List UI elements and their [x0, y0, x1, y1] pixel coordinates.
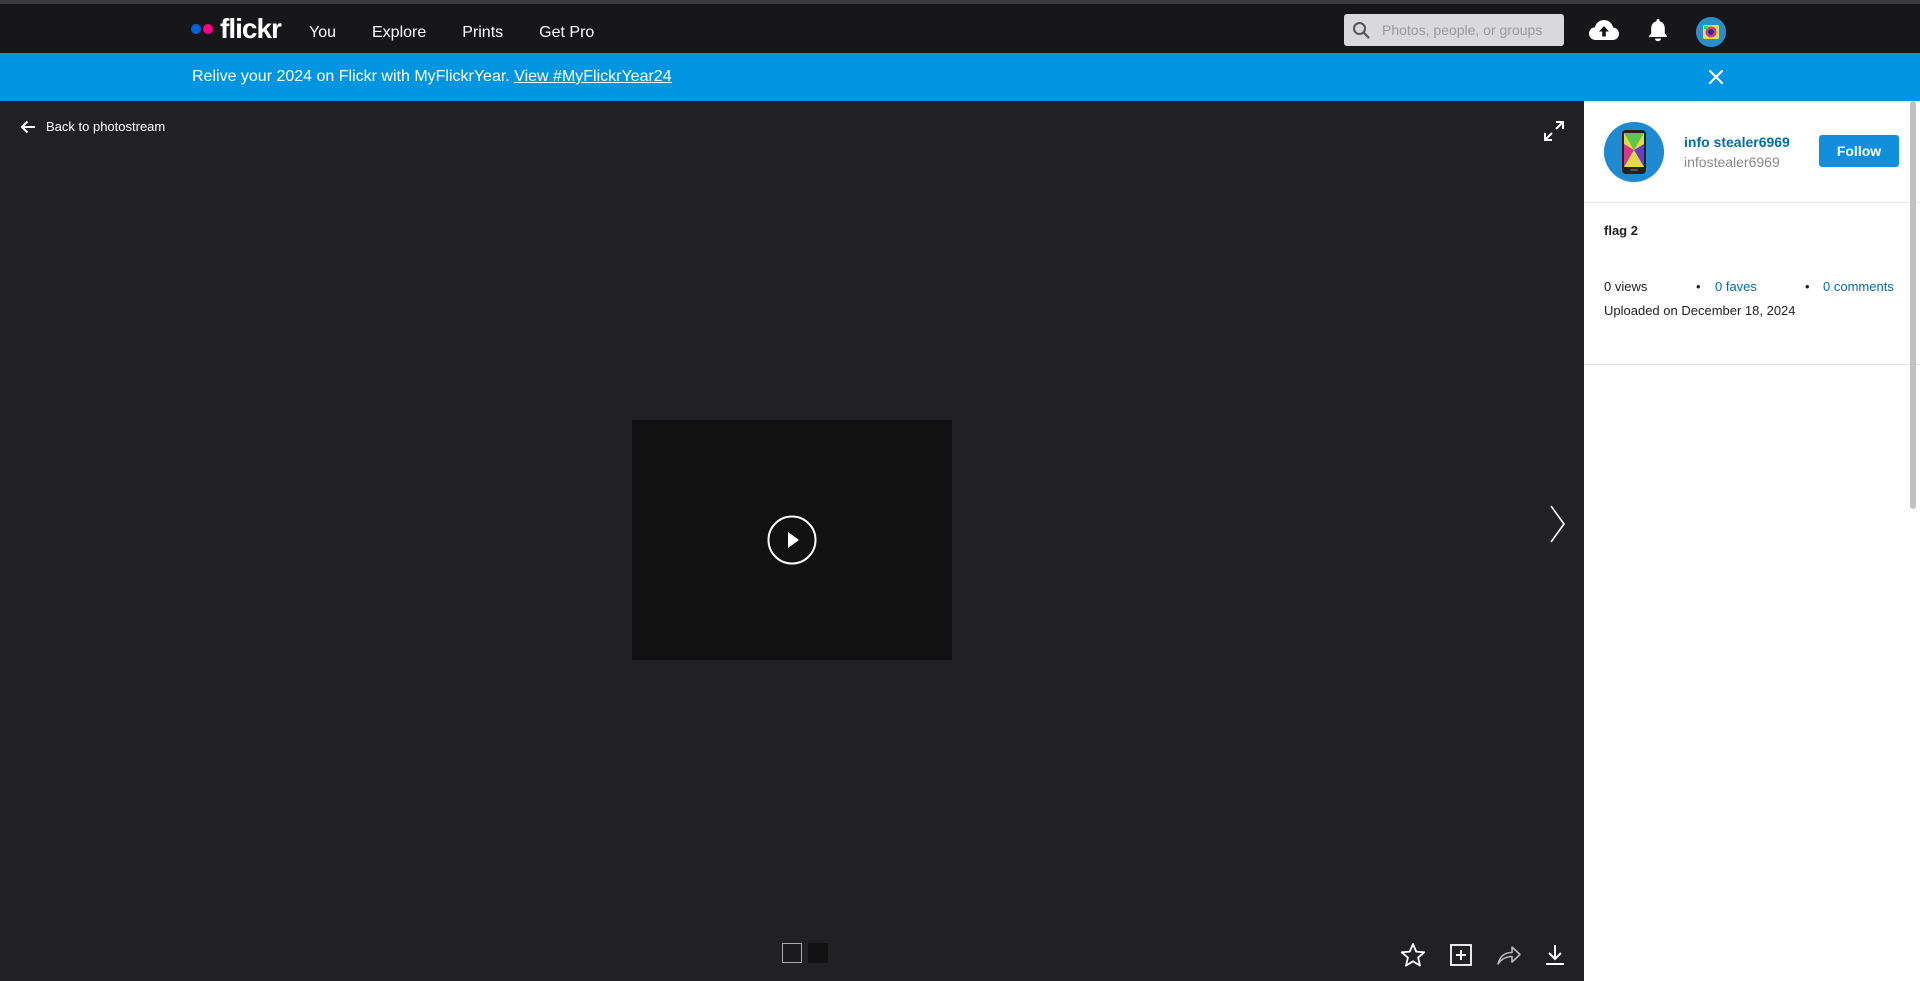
search-input[interactable]	[1382, 14, 1557, 46]
banner-text: Relive your 2024 on Flickr with MyFlickr…	[192, 68, 510, 85]
video-player[interactable]	[632, 420, 952, 660]
sidebar-scrollbar[interactable]	[1910, 101, 1916, 509]
banner-message: Relive your 2024 on Flickr with MyFlickr…	[192, 68, 672, 86]
banner-link[interactable]: View #MyFlickrYear24	[514, 68, 671, 85]
search-box	[1344, 14, 1564, 46]
photo-title: flag 2	[1604, 223, 1638, 238]
stats-bullet: •	[1696, 279, 1701, 294]
follow-button[interactable]: Follow	[1819, 135, 1899, 167]
owner-handle: infostealer6969	[1684, 154, 1780, 170]
share-icon[interactable]	[1495, 941, 1523, 969]
photo-info-sidebar: info stealer6969 infostealer6969 Follow …	[1584, 101, 1920, 981]
faves-count-link[interactable]: 0 faves	[1715, 279, 1757, 294]
top-navigation-bar: flickr You Explore Prints Get Pro	[0, 4, 1920, 53]
photostream-thumbnails	[782, 943, 834, 963]
flickr-logo[interactable]: flickr	[191, 13, 282, 44]
sidebar-divider	[1584, 364, 1920, 365]
sidebar-divider	[1584, 202, 1920, 203]
views-count: 0 views	[1604, 279, 1648, 294]
back-to-photostream-link[interactable]: Back to photostream	[20, 119, 165, 134]
upload-icon[interactable]	[1588, 14, 1620, 46]
main-nav: You Explore Prints Get Pro	[309, 8, 630, 57]
next-photo-chevron-icon[interactable]	[1546, 502, 1570, 546]
arrow-left-icon	[20, 120, 35, 133]
nav-explore[interactable]: Explore	[372, 24, 426, 42]
nav-get-pro[interactable]: Get Pro	[539, 24, 594, 42]
logo-pink-dot	[203, 24, 213, 34]
close-icon[interactable]	[1704, 65, 1728, 89]
upload-date: Uploaded on December 18, 2024	[1604, 303, 1796, 318]
logo-blue-dot	[191, 24, 201, 34]
photo-viewer: Back to photostream	[0, 101, 1584, 981]
user-avatar[interactable]	[1696, 17, 1726, 47]
thumbnail-current[interactable]	[782, 943, 802, 963]
logo-text: flickr	[220, 13, 282, 44]
play-icon[interactable]	[767, 515, 817, 565]
search-icon	[1353, 22, 1370, 39]
nav-prints[interactable]: Prints	[462, 24, 503, 42]
back-label: Back to photostream	[46, 119, 166, 134]
download-icon[interactable]	[1541, 941, 1569, 969]
comments-count-link[interactable]: 0 comments	[1823, 279, 1894, 294]
fullscreen-expand-icon[interactable]	[1542, 119, 1566, 143]
year-in-review-banner: Relive your 2024 on Flickr with MyFlickr…	[0, 53, 1920, 101]
nav-you[interactable]: You	[309, 24, 336, 42]
fave-star-icon[interactable]	[1399, 941, 1427, 969]
owner-avatar[interactable]	[1604, 122, 1664, 182]
owner-name-link[interactable]: info stealer6969	[1684, 134, 1790, 150]
thumbnail-next[interactable]	[808, 943, 828, 963]
stats-bullet: •	[1805, 279, 1810, 294]
add-to-gallery-icon[interactable]	[1447, 941, 1475, 969]
notifications-icon[interactable]	[1642, 14, 1674, 46]
